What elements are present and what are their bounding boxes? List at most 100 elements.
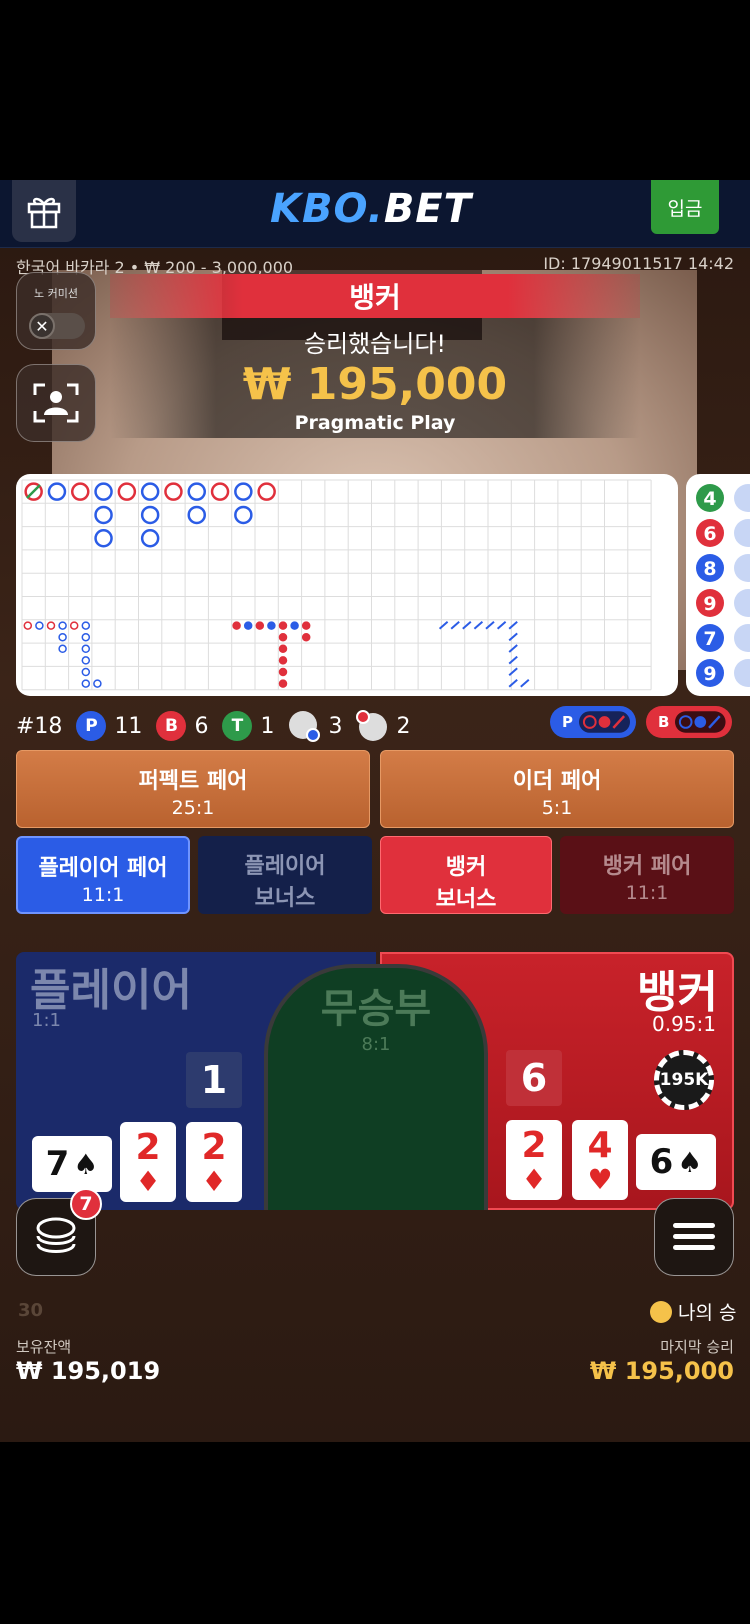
bead-circle-next [734, 554, 750, 582]
derived-road-mark [255, 621, 265, 630]
player-prediction-button[interactable]: P [550, 706, 636, 738]
cockroach-road-mark [508, 655, 518, 665]
banker-stat: B 6 [156, 711, 208, 741]
no-commission-label: 노 커미션 [34, 287, 78, 300]
prediction-icons [579, 711, 630, 733]
banker-badge: B [156, 711, 187, 741]
logo-dot: . [367, 186, 384, 232]
card-suit: ♦ [201, 1165, 227, 1198]
roadmap-board[interactable] [16, 474, 678, 696]
derived-road-mark [69, 621, 79, 630]
either-pair-bet[interactable]: 이더 페어 5:1 [380, 750, 734, 828]
derived-road-mark [278, 656, 288, 665]
big-road-mark [140, 482, 160, 501]
close-icon: ✕ [29, 313, 55, 339]
player-bet-name: 플레이어 [30, 965, 192, 1016]
bead-road-cell: 8 [696, 554, 750, 582]
big-road-mark [210, 482, 230, 501]
provider-name: Pragmatic Play [294, 412, 456, 434]
card-suit: ♥ [587, 1163, 613, 1196]
cockroach-road-mark [520, 679, 530, 688]
card-rank: 4 [587, 1125, 613, 1166]
tie-mark [26, 484, 41, 499]
derived-road-mark [301, 632, 311, 642]
big-road-mark [234, 482, 253, 501]
banker-prediction-button[interactable]: B [646, 706, 732, 738]
big-road-mark [140, 505, 160, 525]
player-card-1: 7 ♠ [32, 1136, 112, 1192]
card-rank: 2 [521, 1125, 547, 1166]
gift-button[interactable] [12, 180, 76, 242]
derived-road-mark [23, 621, 33, 630]
tie-bet-area[interactable]: 무승부 8:1 [264, 964, 488, 1210]
card-rank: 2 [135, 1127, 161, 1168]
balance-label: 보유잔액 [16, 1338, 72, 1356]
banker-bet-name: 뱅커 [637, 967, 718, 1018]
derived-road-mark [81, 656, 91, 665]
tie-bet-name: 무승부 [320, 986, 432, 1032]
cockroach-road-mark [508, 644, 518, 653]
my-wins-link[interactable]: 나의 승 [650, 1298, 736, 1325]
bead-road-cell: 4 [696, 484, 750, 512]
player-badge: P [76, 711, 107, 741]
cockroach-road-mark [450, 621, 460, 630]
no-commission-switch[interactable]: ✕ [29, 313, 85, 339]
perfect-pair-odds: 25:1 [171, 797, 215, 819]
tie-badge: T [222, 711, 253, 741]
perfect-pair-name: 퍼펙트 페어 [138, 769, 248, 794]
cockroach-road-mark [508, 632, 518, 642]
focus-mode-button[interactable] [16, 364, 96, 442]
big-road-mark [187, 482, 206, 501]
player-stat: P 11 [76, 711, 142, 741]
cockroach-road-mark [508, 621, 518, 630]
bead-value: 4 [703, 488, 716, 510]
player-bonus-bet[interactable]: 플레이어 보너스 [198, 836, 372, 914]
derived-road-mark [81, 667, 91, 677]
last-win-block: 마지막 승리 ₩ 195,000 [590, 1336, 734, 1385]
predict-b-label: B [658, 713, 670, 731]
bead-road-cell: 9 [696, 589, 750, 617]
no-commission-toggle[interactable]: 노 커미션 ✕ [16, 272, 96, 350]
player-pair-bet[interactable]: 플레이어 페어 11:1 [16, 836, 190, 914]
derived-road-mark [267, 621, 276, 630]
derived-road-mark [46, 621, 56, 630]
kbo-bet-logo[interactable]: KBO. BET [270, 186, 471, 232]
logo-bet: BET [383, 186, 472, 232]
win-body: 승리했습니다! ₩ 195,000 Pragmatic Play [110, 318, 640, 438]
banker-bonus-bet[interactable]: 뱅커 보너스 [380, 836, 552, 914]
menu-button[interactable] [654, 1198, 734, 1276]
bead-road[interactable]: 4 6 8 9 7 9 [686, 474, 750, 696]
derived-road-mark [278, 667, 288, 677]
win-message: 승리했습니다! [303, 330, 447, 358]
balance-amount: ₩ 195,019 [16, 1357, 161, 1385]
chip-icon: 195K [654, 1050, 714, 1110]
top-bar: KBO. BET 입금 [0, 180, 750, 248]
player-pair-stat: 3 [288, 710, 342, 742]
perfect-pair-bet[interactable]: 퍼펙트 페어 25:1 [16, 750, 370, 828]
big-road-mark [47, 482, 67, 501]
small-counter: 30 [18, 1300, 44, 1321]
deposit-button[interactable]: 입금 [651, 180, 719, 234]
derived-road-mark [81, 644, 91, 654]
derived-road-mark [81, 632, 91, 642]
player-bonus-name2: 보너스 [254, 886, 316, 911]
badge-count: 7 [79, 1193, 93, 1215]
winner-label: 뱅커 [110, 274, 640, 318]
big-road-mark [164, 482, 183, 501]
player-pair-odds: 11:1 [81, 884, 125, 906]
bead-road-cell: 7 [696, 624, 750, 652]
derived-road-mark [278, 621, 288, 630]
player-count: 11 [114, 713, 143, 739]
bead-circle-next [734, 484, 750, 512]
hamburger-icon [673, 1223, 715, 1250]
derived-road-mark [232, 621, 241, 630]
my-wins-label: 나의 승 [678, 1302, 737, 1324]
derived-road-mark [81, 679, 91, 688]
derived-road-mark [58, 644, 67, 654]
banker-pair-odds: 11:1 [625, 882, 669, 904]
bead-circle-next [734, 589, 750, 617]
cockroach-road-mark [462, 621, 472, 630]
player-card-3: 2 ♦ [186, 1122, 242, 1202]
cockroach-road-mark [485, 621, 495, 630]
banker-pair-bet[interactable]: 뱅커 페어 11:1 [560, 836, 734, 914]
